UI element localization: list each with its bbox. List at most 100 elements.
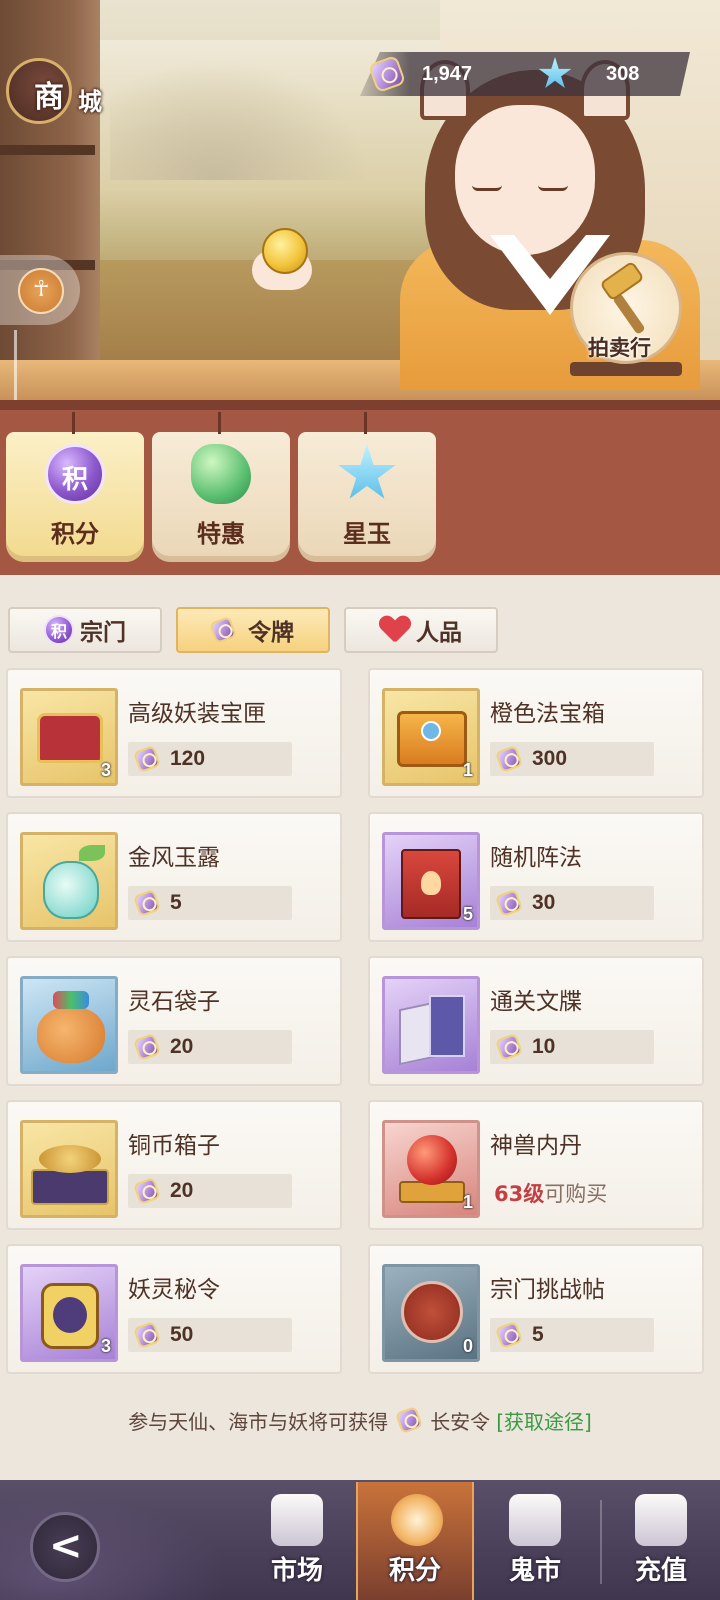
hanging-string [218,412,221,434]
coin-box-icon [31,1169,109,1205]
item-count: 1 [462,1192,473,1212]
item-card[interactable]: 3 妖灵秘令 50 [6,1244,342,1374]
token-amount: 1,947 [422,62,473,85]
tab-label: 特惠 [197,520,245,548]
info-text: 参与天仙、海市与妖将可获得 [128,1409,389,1434]
tab-label: 星玉 [343,520,391,548]
token-icon [494,744,524,774]
price-box: 5 [490,1318,654,1352]
jifen-icon: 积 [45,444,105,504]
item-card[interactable]: 5 随机阵法 30 [368,812,704,942]
tab-jifen[interactable]: 积 积分 [6,412,144,562]
jifen-icon-char: 积 [61,465,88,495]
price-box: 10 [490,1030,654,1064]
flame-icon [421,871,441,895]
shelf [0,145,95,155]
back-button[interactable]: < [30,1512,100,1582]
eye-icon [538,185,568,191]
jifen-badge-icon: 积 [44,615,74,645]
acquire-info: 参与天仙、海市与妖将可获得 长安令 [获取途径] [0,1400,720,1440]
item-count: 1 [462,760,473,780]
item-name: 随机阵法 [490,845,582,871]
price-box: 20 [128,1030,292,1064]
item-card[interactable]: 1 橙色法宝箱 300 [368,668,704,798]
item-card[interactable]: 铜币箱子 20 [6,1100,342,1230]
shop-title: 商 城 [6,58,116,128]
nav-label: 积分 [388,1556,441,1586]
info-token-name: 长安令 [430,1409,491,1434]
price-box: 20 [128,1174,292,1208]
item-card[interactable]: 3 高级妖装宝匣 120 [6,668,342,798]
token-icon [132,888,162,918]
title-char-2: 城 [78,88,102,116]
item-thumb: 1 [382,688,480,786]
token-icon [132,1176,162,1206]
item-card[interactable]: 0 宗门挑战帖 5 [368,1244,704,1374]
market-icon [271,1494,323,1546]
item-name: 神兽内丹 [490,1133,582,1159]
token-icon [132,1032,162,1062]
item-name: 金风玉露 [128,845,220,871]
tab-tehui[interactable]: 特惠 [152,412,290,562]
acquire-route-link[interactable]: [获取途径] [496,1406,592,1435]
beast-orb-icon [407,1135,457,1185]
star-jade-amount: 308 [606,62,640,85]
requirement-label: 可购买 [544,1182,608,1206]
copper-coins-icon [39,1145,101,1173]
token-icon [208,615,238,645]
token-icon [367,54,407,94]
nav-market[interactable]: 市场 [238,1482,356,1600]
item-card[interactable]: 1 神兽内丹 63级可购买 [368,1100,704,1230]
token-currency[interactable]: 1,947 [367,52,473,96]
item-thumb: 3 [20,1264,118,1362]
figure-icon [18,268,64,314]
nav-label: 市场 [270,1556,323,1586]
subtab-lingpai[interactable]: 令牌 [176,607,330,653]
gems-icon [53,991,89,1009]
xingyu-icon [337,444,397,504]
item-name: 橙色法宝箱 [490,701,605,727]
item-price: 300 [532,747,568,770]
subtab-zongmen[interactable]: 积 宗门 [8,607,162,653]
price-box: 120 [128,742,292,776]
item-card[interactable]: 金风玉露 5 [6,812,342,942]
item-thumb [20,976,118,1074]
subtab-label: 人品 [416,620,462,646]
nav-ghost-market[interactable]: 鬼市 [476,1482,594,1600]
item-count: 3 [100,760,111,780]
price-box: 50 [128,1318,292,1352]
side-float-button[interactable] [0,255,80,325]
token-icon [132,744,162,774]
item-price: 120 [170,747,206,770]
nav-jifen[interactable]: 积分 [356,1482,474,1600]
star-jade-currency[interactable]: 308 [538,52,639,96]
star-jade-icon [338,444,396,499]
recharge-icon [635,1494,687,1546]
item-price: 20 [170,1179,194,1202]
gem-lock-icon [421,721,441,741]
gem-bag-icon [37,1007,105,1063]
tab-xingyu[interactable]: 星玉 [298,412,436,562]
item-count: 5 [462,904,473,924]
hanging-string [72,412,75,434]
hanging-rail [0,400,720,410]
item-name: 通关文牒 [490,989,582,1015]
auction-label: 拍卖行 [588,336,651,360]
nav-recharge[interactable]: 充值 [602,1482,720,1600]
item-card[interactable]: 灵石袋子 20 [6,956,342,1086]
title-char-1: 商 [34,80,64,115]
nav-label: 鬼市 [508,1556,561,1586]
item-thumb [20,1120,118,1218]
gold-coin-icon [262,228,308,274]
item-thumb [20,832,118,930]
item-price: 50 [170,1323,194,1346]
character-face [455,105,595,255]
token-icon [494,1032,524,1062]
item-card[interactable]: 通关文牒 10 [368,956,704,1086]
subtab-renpin[interactable]: 人品 [344,607,498,653]
heart-icon [380,616,410,644]
item-name: 高级妖装宝匣 [128,701,266,727]
auction-house-button[interactable]: 拍卖行 [566,252,686,380]
item-thumb: 1 [382,1120,480,1218]
subtab-label: 令牌 [248,620,294,646]
